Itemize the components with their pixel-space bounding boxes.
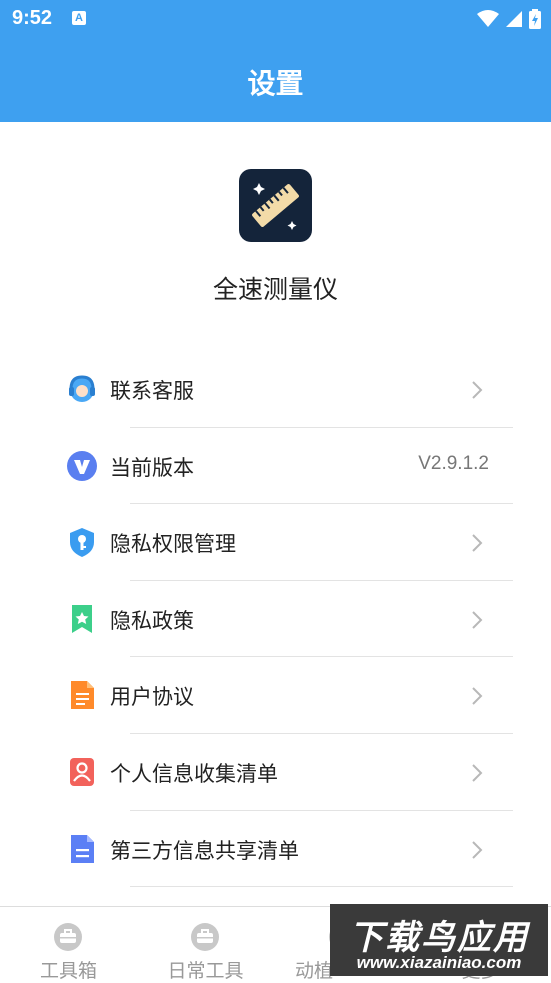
chevron-right-icon — [472, 534, 483, 552]
third-party-sharing-icon — [71, 834, 94, 863]
chevron-right-icon — [472, 687, 483, 706]
signal-icon — [506, 11, 522, 27]
settings-item-label: 隐私权限管理 — [110, 532, 236, 557]
settings-item-label: 联系客服 — [110, 379, 194, 403]
settings-item-label: 用户协议 — [110, 685, 194, 710]
watermark: 下载鸟应用 www.xiazainiao.com — [330, 904, 548, 976]
app-name: 全速测量仪 — [212, 275, 338, 304]
settings-item-privacy-permission[interactable]: 隐私权限管理 — [0, 504, 551, 581]
settings-item-personal-info[interactable]: 个人信息收集清单 — [0, 734, 551, 811]
tab-toolbox[interactable]: 工具箱 — [0, 907, 137, 982]
privacy-policy-icon — [72, 604, 92, 633]
wifi-icon — [477, 10, 499, 27]
tab-label: 日常工具 — [167, 960, 244, 982]
version-number: V2.9.1.2 — [418, 452, 489, 474]
watermark-url: www.xiazainiao.com — [356, 953, 522, 972]
status-time: 9:52 — [12, 7, 53, 29]
customer-service-icon — [69, 375, 95, 402]
settings-item-label: 第三方信息共享清单 — [110, 838, 299, 863]
divider — [130, 886, 513, 888]
settings-item-label: 当前版本 — [110, 455, 194, 480]
settings-item-user-agreement[interactable]: 用户协议 — [0, 657, 551, 734]
settings-item-customer-service[interactable]: 联系客服 — [0, 351, 551, 428]
settings-list: 联系客服 当前版本 V2.9.1.2 隐私权限管理 隐私政策 用户协议 个人信息… — [0, 351, 551, 888]
chevron-right-icon — [472, 381, 483, 399]
tab-label: 工具箱 — [39, 960, 97, 982]
toolbox-icon — [191, 923, 219, 951]
privacy-permission-icon — [70, 528, 94, 558]
settings-item-current-version[interactable]: 当前版本 V2.9.1.2 — [0, 428, 551, 505]
ruler-icon — [252, 183, 299, 230]
tab-daily-tools[interactable]: 日常工具 — [137, 907, 274, 982]
status-icons — [477, 9, 541, 29]
settings-item-privacy-policy[interactable]: 隐私政策 — [0, 581, 551, 658]
settings-item-label: 个人信息收集清单 — [110, 761, 278, 786]
watermark-title: 下载鸟应用 — [349, 918, 529, 958]
top-app-bar: 设置 — [0, 40, 551, 122]
chevron-right-icon — [472, 611, 483, 629]
chevron-right-icon — [472, 764, 483, 782]
user-agreement-icon — [71, 681, 94, 710]
notification-app-icon: A — [72, 11, 86, 25]
app-logo — [239, 169, 312, 242]
version-icon — [67, 450, 97, 481]
status-bar: 9:52 A — [0, 0, 551, 40]
chevron-right-icon — [472, 840, 483, 859]
toolbox-icon — [54, 923, 82, 951]
page-title: 设置 — [247, 67, 304, 100]
battery-icon — [529, 9, 541, 29]
personal-info-icon — [70, 757, 94, 786]
settings-item-label: 隐私政策 — [110, 608, 194, 633]
settings-item-third-party-sharing[interactable]: 第三方信息共享清单 — [0, 811, 551, 888]
